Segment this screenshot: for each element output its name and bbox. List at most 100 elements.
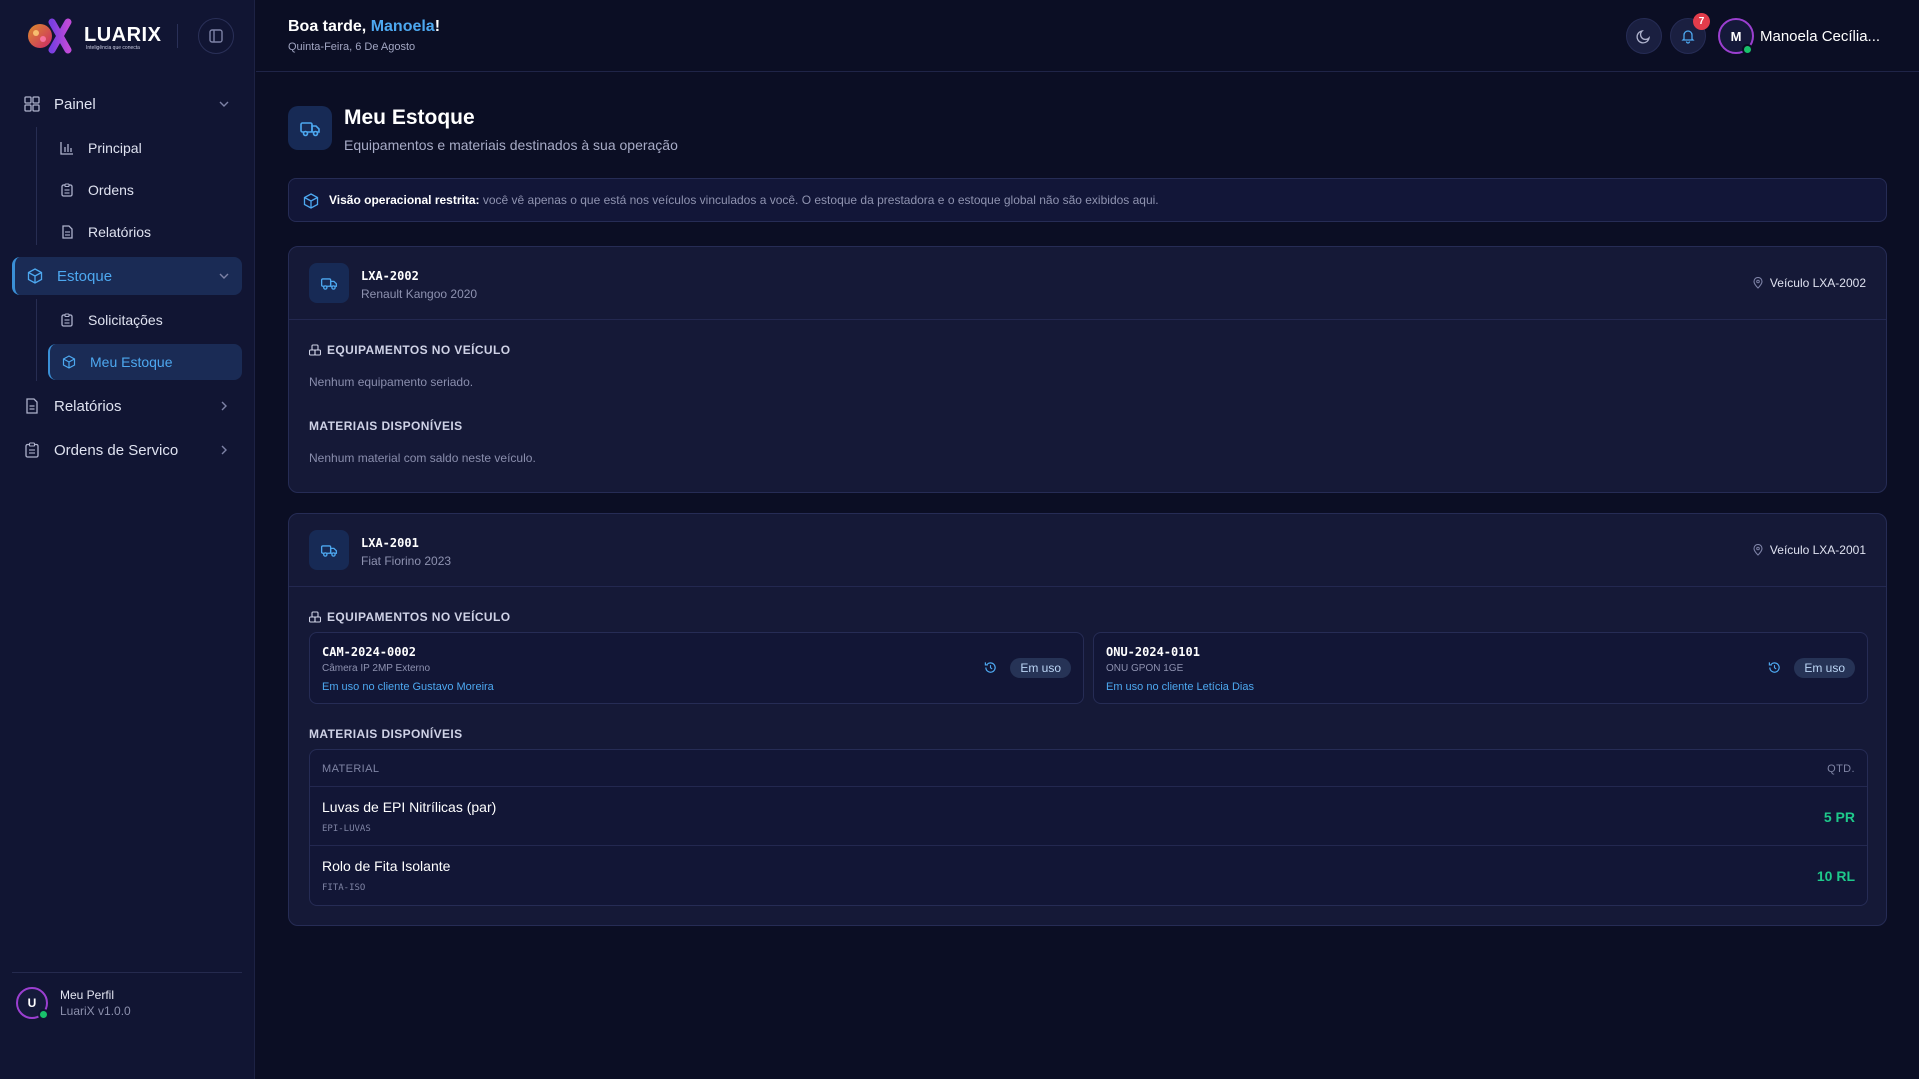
vehicle-location-label: Veículo LXA-2001 [1769, 543, 1866, 557]
chevron-down-icon [219, 101, 229, 107]
sidebar-item-meu-estoque[interactable]: Meu Estoque [48, 344, 242, 380]
material-qty: 10 RL [1816, 868, 1855, 884]
equipment-description: Câmera IP 2MP Externo [322, 663, 431, 674]
map-pin-icon [1753, 544, 1763, 556]
equipment-card[interactable]: ONU-2024-0101 ONU GPON 1GE Em uso no cli… [1093, 632, 1868, 704]
vehicle-model: Fiat Fiorino 2023 [361, 554, 452, 568]
table-header: MATERIAL QTD. [310, 750, 1867, 787]
material-name: Rolo de Fita Isolante [322, 858, 451, 874]
sidebar-item-relatorios[interactable]: Relatórios [12, 387, 242, 425]
online-status-icon [38, 1009, 49, 1020]
notifications-button[interactable]: 7 [1670, 13, 1710, 54]
truck-icon [288, 106, 332, 150]
materials-section-title: MATERIAIS DISPONÍVEIS [309, 727, 463, 741]
equipment-description: ONU GPON 1GE [1106, 663, 1184, 674]
equipment-client-link[interactable]: Em uso no cliente Letícia Dias [1106, 681, 1254, 693]
sidebar-item-label: Painel [54, 95, 96, 113]
avatar-initial: U [27, 996, 37, 1010]
theme-toggle-button[interactable] [1626, 18, 1662, 54]
boxes-icon [309, 344, 321, 356]
equipment-code: CAM-2024-0002 [322, 645, 416, 659]
material-sku: EPI-LUVAS [322, 824, 371, 834]
notice-text: Visão operacional restrita: você vê apen… [329, 193, 1159, 207]
sidebar-item-ordens-de-servico[interactable]: Ordens de Servico [12, 431, 242, 469]
history-icon[interactable] [984, 661, 997, 674]
sidebar-item-painel[interactable]: Painel [12, 85, 242, 123]
equipment-section-title: EQUIPAMENTOS NO VEÍCULO [309, 343, 510, 357]
equipment-empty-state: Nenhum equipamento seriado. [309, 375, 474, 389]
collapse-sidebar-button[interactable] [198, 18, 234, 54]
profile-label[interactable]: Meu Perfil [60, 988, 114, 1002]
vehicle-location-label: Veículo LXA-2002 [1769, 276, 1866, 290]
sidebar-item-relatorios-sub[interactable]: Relatórios [48, 214, 242, 250]
bar-chart-icon [60, 142, 73, 155]
avatar-initial: M [1730, 28, 1742, 44]
material-qty: 5 PR [1823, 809, 1855, 825]
vehicle-model: Renault Kangoo 2020 [361, 287, 478, 301]
sidebar: LUARIX Inteligência que conecta Painel P… [0, 0, 255, 1079]
column-header-qty: QTD. [1827, 763, 1855, 775]
table-row: Luvas de EPI Nitrílicas (par) EPI-LUVAS … [310, 787, 1867, 846]
sidebar-item-principal[interactable]: Principal [48, 130, 242, 166]
greeting-user: Manoela [370, 18, 435, 35]
truck-icon [309, 263, 349, 303]
vehicle-card-header: LXA-2001 Fiat Fiorino 2023 Veículo LXA-2… [289, 514, 1886, 587]
vehicle-location: Veículo LXA-2001 [1752, 543, 1866, 557]
equipment-card[interactable]: CAM-2024-0002 Câmera IP 2MP Externo Em u… [309, 632, 1084, 704]
box-icon [62, 355, 76, 369]
sidebar-item-label: Relatórios [88, 224, 152, 240]
chevron-right-icon [221, 445, 227, 455]
truck-icon [309, 530, 349, 570]
sidebar-item-label: Estoque [57, 267, 113, 285]
map-pin-icon [1753, 277, 1763, 289]
equipment-code: ONU-2024-0101 [1106, 645, 1200, 659]
vehicle-card: LXA-2002 Renault Kangoo 2020 Veículo LXA… [288, 246, 1887, 493]
chevron-down-icon [219, 273, 229, 279]
clipboard-icon [61, 313, 73, 327]
greeting: Boa tarde, Manoela! [288, 18, 440, 36]
sidebar-item-ordens[interactable]: Ordens [48, 172, 242, 208]
clipboard-icon [25, 442, 39, 458]
material-sku: FITA-ISO [322, 883, 366, 893]
greeting-suffix: ! [434, 18, 441, 35]
table-row: Rolo de Fita Isolante FITA-ISO 10 RL [310, 846, 1867, 905]
materials-empty-state: Nenhum material com saldo neste veículo. [309, 451, 536, 465]
vehicle-card: LXA-2001 Fiat Fiorino 2023 Veículo LXA-2… [288, 513, 1887, 926]
equipment-section-title: EQUIPAMENTOS NO VEÍCULO [309, 610, 510, 624]
current-date: Quinta-Feira, 6 De Agosto [288, 41, 416, 53]
history-icon[interactable] [1768, 661, 1781, 674]
moon-icon [1636, 29, 1651, 44]
sidebar-item-label: Relatórios [54, 397, 122, 415]
user-name[interactable]: Manoela Cecília... [1760, 28, 1880, 45]
sidebar-item-label: Ordens [88, 182, 134, 198]
vehicle-location: Veículo LXA-2002 [1752, 276, 1866, 290]
logo[interactable]: LUARIX Inteligência que conecta [22, 18, 242, 54]
status-badge: Em uso [1794, 658, 1855, 678]
submenu-line [36, 127, 37, 245]
box-icon [303, 193, 319, 209]
page-title: Meu Estoque [344, 106, 475, 129]
notification-badge: 7 [1693, 13, 1710, 30]
notice-body: você vê apenas o que está nos veículos v… [479, 193, 1159, 207]
chevron-right-icon [221, 401, 227, 411]
page-subtitle: Equipamentos e materiais destinados à su… [344, 137, 678, 153]
vehicle-card-header: LXA-2002 Renault Kangoo 2020 Veículo LXA… [289, 247, 1886, 320]
column-header-material: MATERIAL [322, 763, 380, 775]
greeting-prefix: Boa tarde, [288, 18, 371, 35]
sidebar-item-label: Meu Estoque [90, 354, 173, 370]
dashboard-icon [24, 96, 40, 112]
sidebar-item-solicitacoes[interactable]: Solicitações [48, 302, 242, 338]
sidebar-item-label: Principal [88, 140, 142, 156]
sidebar-toggle-icon [209, 29, 223, 43]
sidebar-divider [12, 972, 242, 973]
online-status-icon [1742, 44, 1753, 55]
sidebar-item-estoque[interactable]: Estoque [12, 257, 242, 295]
equipment-client-link[interactable]: Em uso no cliente Gustavo Moreira [322, 681, 494, 693]
restricted-view-notice: Visão operacional restrita: você vê apen… [288, 178, 1887, 222]
equipment-title-text: EQUIPAMENTOS NO VEÍCULO [327, 610, 511, 624]
boxes-icon [309, 611, 321, 623]
sidebar-item-label: Ordens de Servico [54, 441, 179, 459]
status-badge: Em uso [1010, 658, 1071, 678]
document-icon [62, 225, 73, 239]
document-icon [26, 398, 38, 414]
